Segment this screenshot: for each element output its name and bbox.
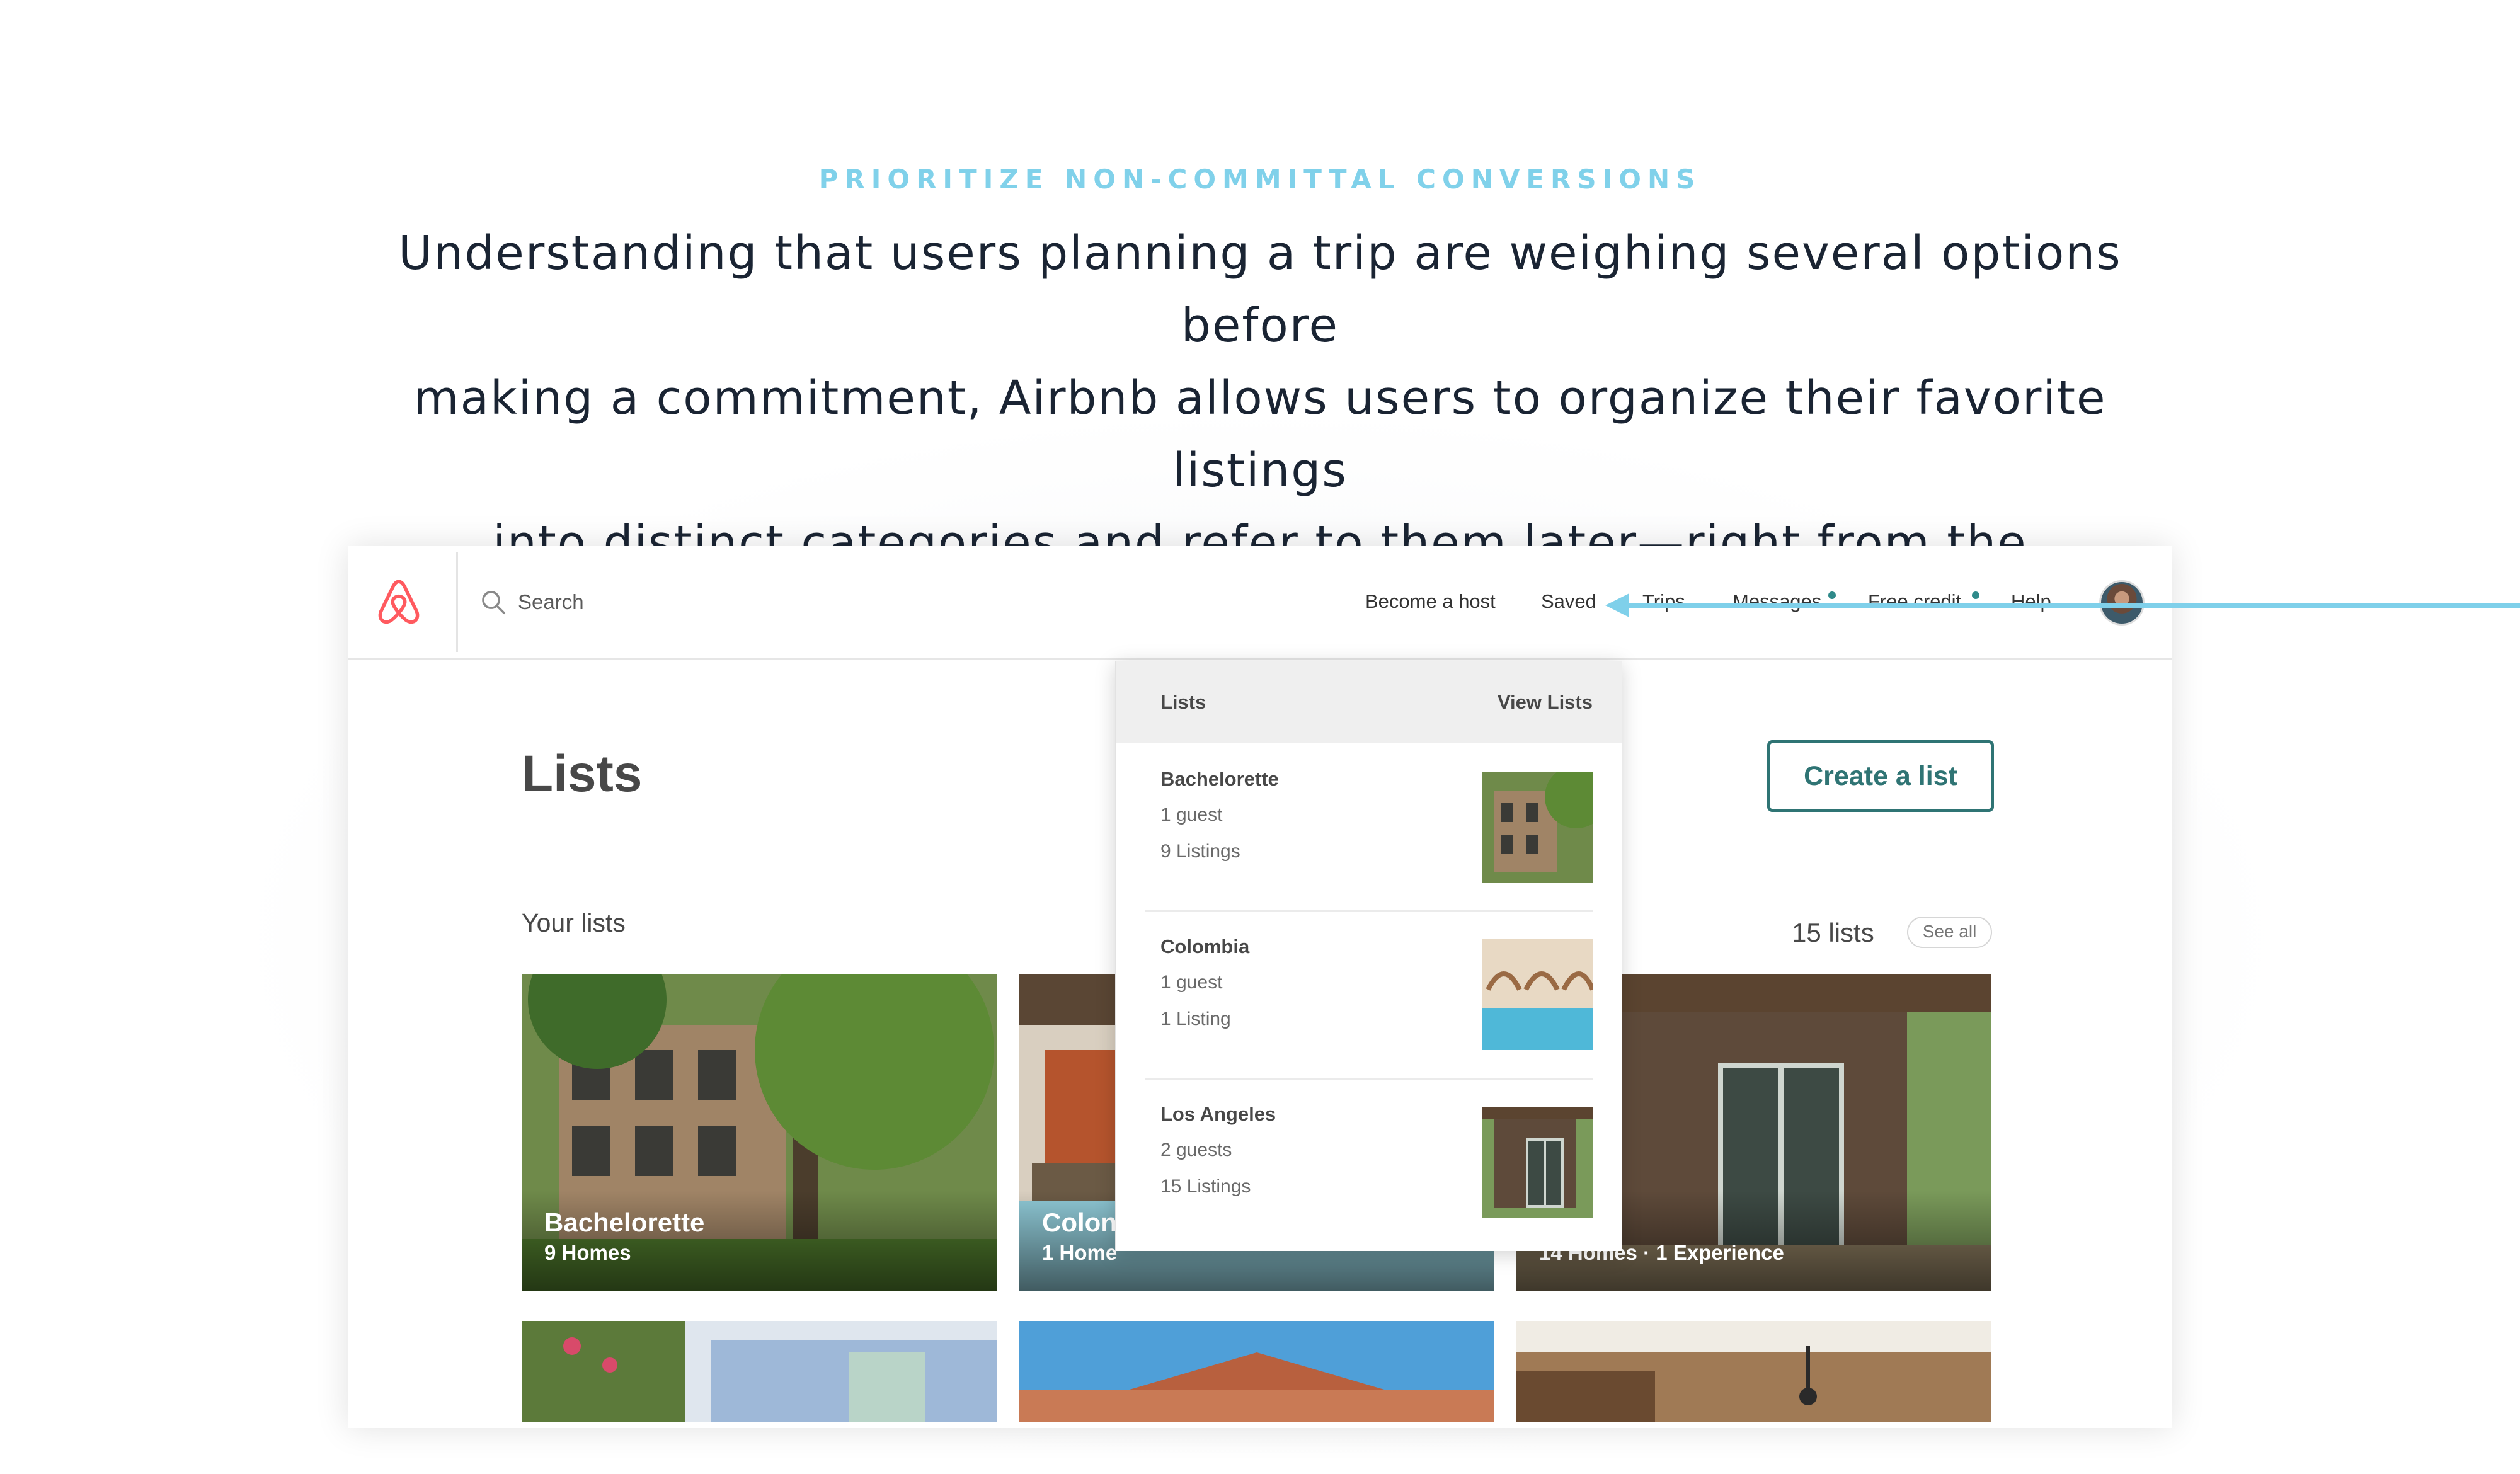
dropdown-item-thumbnail xyxy=(1482,1107,1593,1218)
nav-become-host[interactable]: Become a host xyxy=(1365,590,1496,613)
dropdown-item-thumbnail xyxy=(1482,772,1593,883)
dropdown-item-thumbnail xyxy=(1482,939,1593,1050)
card-subtitle: 9 Homes xyxy=(544,1241,631,1264)
list-card[interactable] xyxy=(1516,1321,1991,1422)
dropdown-item-guests: 1 guest xyxy=(1160,804,1223,825)
nav-free-credit[interactable]: Free credit xyxy=(1868,590,1961,613)
dropdown-title: Lists xyxy=(1160,691,1206,713)
see-all-button[interactable]: See all xyxy=(1907,917,1992,948)
nav-trips[interactable]: Trips xyxy=(1642,590,1685,613)
search-input[interactable] xyxy=(517,583,1149,622)
dropdown-item-guests: 1 guest xyxy=(1160,972,1223,993)
dropdown-list-item[interactable]: Bachelorette 1 guest 9 Listings xyxy=(1145,743,1593,912)
app-window: Become a host Saved Trips Messages Free … xyxy=(348,546,2172,1428)
dropdown-header: Lists View Lists xyxy=(1116,661,1622,743)
list-card[interactable] xyxy=(522,1321,997,1422)
page-title: Lists xyxy=(522,745,643,803)
card-title: Bachelorette xyxy=(544,1208,705,1237)
view-lists-link[interactable]: View Lists xyxy=(1498,691,1593,714)
your-lists-heading: Your lists xyxy=(522,908,626,937)
card-photo xyxy=(1516,1321,1991,1422)
free-credit-notification-dot xyxy=(1972,591,1979,599)
card-subtitle: 1 Home xyxy=(1042,1241,1118,1264)
annotation-arrow-head-icon xyxy=(1605,593,1629,617)
dropdown-item-name: Bachelorette xyxy=(1160,768,1279,790)
annotation-arrow-line xyxy=(1627,603,2520,608)
card-photo xyxy=(522,1321,997,1422)
list-card[interactable]: Bachelorette 9 Homes xyxy=(522,974,997,1291)
nav-divider xyxy=(456,552,458,652)
dropdown-item-name: Los Angeles xyxy=(1160,1103,1276,1125)
intro-line: Understanding that users planning a trip… xyxy=(398,226,2122,353)
airbnb-logo-icon[interactable] xyxy=(374,578,423,627)
messages-notification-dot xyxy=(1828,591,1836,599)
section-eyebrow: PRIORITIZE NON-COMMITTAL CONVERSIONS xyxy=(818,164,1702,195)
card-photo xyxy=(1019,1321,1494,1422)
nav-help[interactable]: Help xyxy=(2011,590,2051,613)
nav-saved[interactable]: Saved xyxy=(1541,590,1596,613)
dropdown-item-listings: 9 Listings xyxy=(1160,841,1240,862)
saved-lists-dropdown: Lists View Lists Bachelorette 1 guest 9 … xyxy=(1115,661,1622,1251)
search-icon xyxy=(482,591,505,614)
list-count: 15 lists xyxy=(1792,918,1874,947)
nav-messages[interactable]: Messages xyxy=(1732,590,1821,613)
card-title: Colon xyxy=(1042,1208,1117,1237)
dropdown-item-guests: 2 guests xyxy=(1160,1140,1232,1160)
create-list-button[interactable]: Create a list xyxy=(1767,740,1994,812)
dropdown-list-item[interactable]: Colombia 1 guest 1 Listing xyxy=(1145,910,1593,1080)
dropdown-item-listings: 15 Listings xyxy=(1160,1176,1251,1197)
dropdown-item-listings: 1 Listing xyxy=(1160,1008,1231,1029)
dropdown-list-item[interactable]: Los Angeles 2 guests 15 Listings xyxy=(1145,1078,1593,1245)
dropdown-item-name: Colombia xyxy=(1160,935,1250,957)
intro-line: making a commitment, Airbnb allows users… xyxy=(413,371,2107,498)
list-card[interactable] xyxy=(1019,1321,1494,1422)
